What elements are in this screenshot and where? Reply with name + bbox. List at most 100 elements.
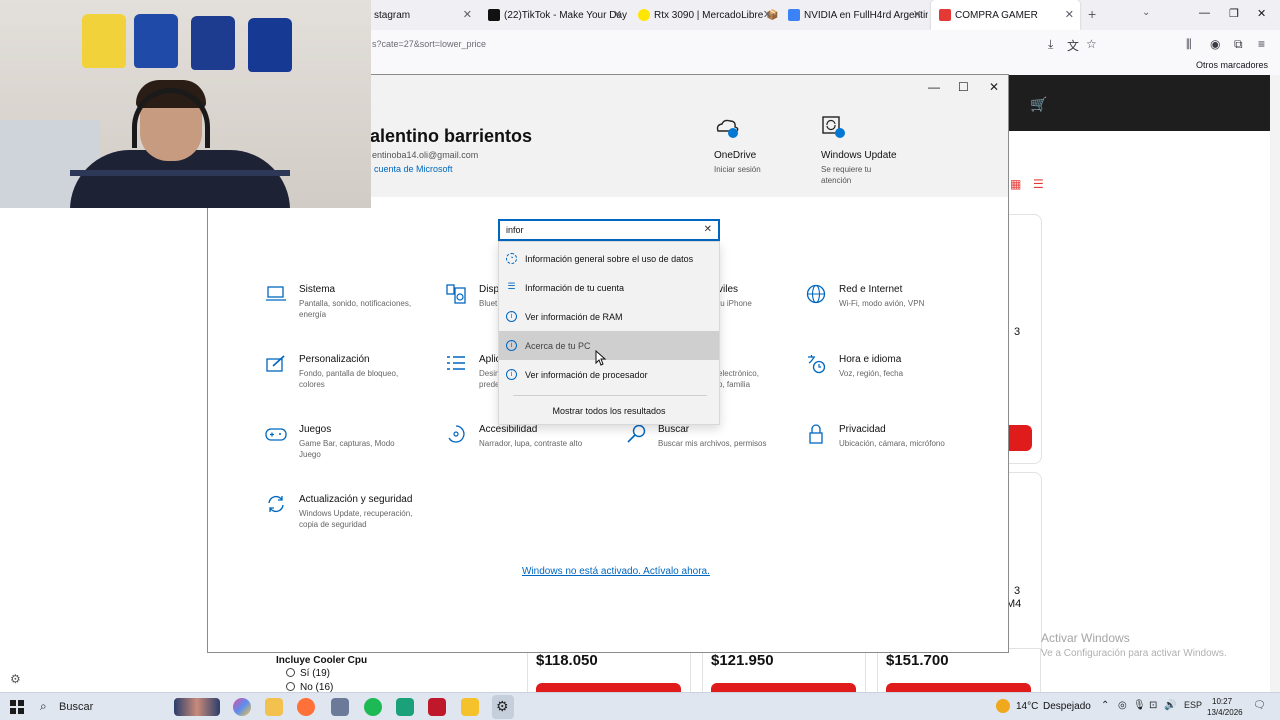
widget-image[interactable] xyxy=(174,698,220,716)
file-explorer-icon[interactable] xyxy=(265,698,283,716)
search-result-item[interactable]: i Acerca de tu PC xyxy=(499,331,719,360)
settings-gear-icon[interactable]: ⚙ xyxy=(496,698,509,715)
product-card[interactable] xyxy=(1008,472,1042,652)
minimize-icon[interactable]: — xyxy=(1199,7,1210,19)
grid-view-icon[interactable]: ▦ xyxy=(1010,177,1021,191)
spotify-icon[interactable] xyxy=(364,698,382,716)
close-icon[interactable]: ✕ xyxy=(463,8,472,21)
library-icon[interactable]: ⫼ xyxy=(1186,37,1192,52)
other-bookmarks-label[interactable]: Otros marcadores xyxy=(1196,60,1268,70)
buy-button[interactable] xyxy=(711,683,856,692)
app-tray-icon[interactable]: ◎ xyxy=(1118,700,1127,711)
list-view-icon[interactable]: ☰ xyxy=(1033,177,1044,191)
tab-compragamer[interactable]: COMPRA GAMER ✕ xyxy=(931,0,1080,30)
radio-button[interactable] xyxy=(286,668,295,677)
apps-list-icon xyxy=(447,356,465,370)
clock-date[interactable]: 13/4/2026 xyxy=(1207,708,1243,717)
category-description: tu iPhone xyxy=(718,299,752,308)
clear-icon[interactable]: ✕ xyxy=(704,224,712,235)
tab-list-icon[interactable]: ⌄ xyxy=(1142,7,1150,18)
category-description: Ubicación, cámara, micrófono xyxy=(839,439,945,448)
tab-mercadolibre[interactable]: Rtx 3090 | MercadoLibre 📦 ✕ xyxy=(630,0,778,30)
close-icon[interactable]: ✕ xyxy=(613,8,622,21)
menu-icon[interactable]: ≡ xyxy=(1258,37,1265,51)
bookmark-star-icon[interactable]: ☆ xyxy=(1086,37,1097,51)
weather-description[interactable]: Despejado xyxy=(1043,701,1091,712)
category-title: Red e Internet xyxy=(839,284,903,295)
buy-button[interactable] xyxy=(1008,425,1032,451)
radio-button[interactable] xyxy=(286,682,295,691)
close-icon[interactable]: ✕ xyxy=(763,8,772,21)
search-result-item[interactable]: i Ver información de procesador xyxy=(499,360,719,389)
tab-fullh4rd[interactable]: NVIDIA en FullH4rd Argentina ✕ xyxy=(780,0,928,30)
buy-button[interactable] xyxy=(886,683,1031,692)
restore-icon[interactable]: ❐ xyxy=(1229,7,1239,20)
download-icon[interactable]: ⤓ xyxy=(1048,37,1053,52)
microsoft-account-link[interactable]: cuenta de Microsoft xyxy=(374,164,453,174)
weather-temperature[interactable]: 14°C xyxy=(1016,701,1038,712)
category-description: Pantalla, sonido, notificaciones, energía xyxy=(299,299,412,319)
app-icon[interactable] xyxy=(428,698,446,716)
search-result-label: Acerca de tu PC xyxy=(525,340,591,351)
url-text[interactable]: s?cate=27&sort=lower_price xyxy=(372,39,486,49)
category-title: Privacidad xyxy=(839,424,886,435)
cart-icon[interactable]: 🛒 xyxy=(1030,96,1047,113)
app-icon[interactable] xyxy=(396,698,414,716)
search-result-item[interactable]: ◔ Información general sobre el uso de da… xyxy=(499,244,719,273)
buy-button[interactable] xyxy=(536,683,681,692)
category-title: Accesibilidad xyxy=(479,424,538,435)
search-input-value[interactable]: infor xyxy=(506,225,524,235)
tab-instagram[interactable]: stagram ✕ xyxy=(366,0,478,30)
windows-start-icon[interactable] xyxy=(10,700,24,714)
category-description: Voz, región, fecha xyxy=(839,369,904,378)
minimize-icon[interactable]: — xyxy=(928,80,940,94)
network-icon[interactable]: ⊡ xyxy=(1149,700,1157,711)
microphone-icon[interactable]: 🎙 xyxy=(1133,700,1146,711)
notifications-icon[interactable]: 🗨 xyxy=(1253,700,1266,711)
translate-icon[interactable]: 文 xyxy=(1067,37,1079,54)
category-title: Hora e idioma xyxy=(839,354,902,365)
firefox-icon[interactable] xyxy=(297,698,315,716)
tab-label: NVIDIA en FullH4rd Argentina xyxy=(804,9,928,21)
maximize-icon[interactable]: ☐ xyxy=(958,80,969,94)
show-all-results-button[interactable]: Mostrar todos los resultados xyxy=(499,399,719,423)
user-name: alentino barrientos xyxy=(370,126,533,146)
close-icon[interactable]: ✕ xyxy=(1257,7,1266,20)
search-result-label: Información general sobre el uso de dato… xyxy=(525,253,694,264)
category-title: Buscar xyxy=(658,424,690,435)
app-icon[interactable] xyxy=(461,698,479,716)
onedrive-title[interactable]: OneDrive xyxy=(714,150,756,161)
gear-icon[interactable]: ⚙ xyxy=(10,672,21,686)
product-price: $151.700 xyxy=(886,652,949,669)
close-icon[interactable]: ✕ xyxy=(913,8,922,21)
taskbar-search-label[interactable]: Buscar xyxy=(59,701,93,713)
account-icon[interactable]: ◉ xyxy=(1210,37,1220,51)
sync-icon xyxy=(268,495,284,513)
language-indicator[interactable]: ESP xyxy=(1184,700,1202,710)
filter-option[interactable]: Sí (19) xyxy=(286,668,330,679)
weather-moon-icon[interactable] xyxy=(996,699,1010,713)
settings-search-input[interactable]: infor ✕ xyxy=(498,219,720,241)
close-icon[interactable]: ✕ xyxy=(989,80,999,94)
filter-heading: Incluye Cooler Cpu xyxy=(276,655,368,666)
extensions-icon[interactable]: ⧉ xyxy=(1234,37,1243,52)
close-icon[interactable]: ✕ xyxy=(1065,8,1074,21)
search-result-item[interactable]: i Ver información de RAM xyxy=(499,302,719,331)
taskbar: ⌕ Buscar ⚙ 14°C Despejado ⌃ ◎ 🎙 ⊡ 🔊 ESP … xyxy=(0,692,1280,720)
activation-watermark-subtitle: Ve a Configuración para activar Windows. xyxy=(1041,648,1227,659)
jersey-image xyxy=(134,14,178,68)
activate-windows-link[interactable]: Windows no está activado. Actívalo ahora… xyxy=(522,566,710,577)
app-icon[interactable] xyxy=(331,698,349,716)
onedrive-icon[interactable] xyxy=(714,115,740,139)
new-tab-icon[interactable]: + xyxy=(1088,6,1096,22)
search-result-item[interactable]: ☰ Información de tu cuenta xyxy=(499,273,719,302)
clock-time[interactable]: 10:27 xyxy=(1212,697,1232,706)
search-icon[interactable]: ⌕ xyxy=(40,699,47,714)
chevron-up-icon[interactable]: ⌃ xyxy=(1101,700,1109,711)
windows-update-title[interactable]: Windows Update xyxy=(821,150,897,161)
copilot-icon[interactable] xyxy=(233,698,251,716)
windows-update-icon[interactable] xyxy=(821,115,847,139)
volume-icon[interactable]: 🔊 xyxy=(1164,700,1176,711)
page-scrollbar[interactable] xyxy=(1270,75,1280,692)
tab-tiktok[interactable]: (22)TikTok - Make Your Day ✕ xyxy=(480,0,628,30)
